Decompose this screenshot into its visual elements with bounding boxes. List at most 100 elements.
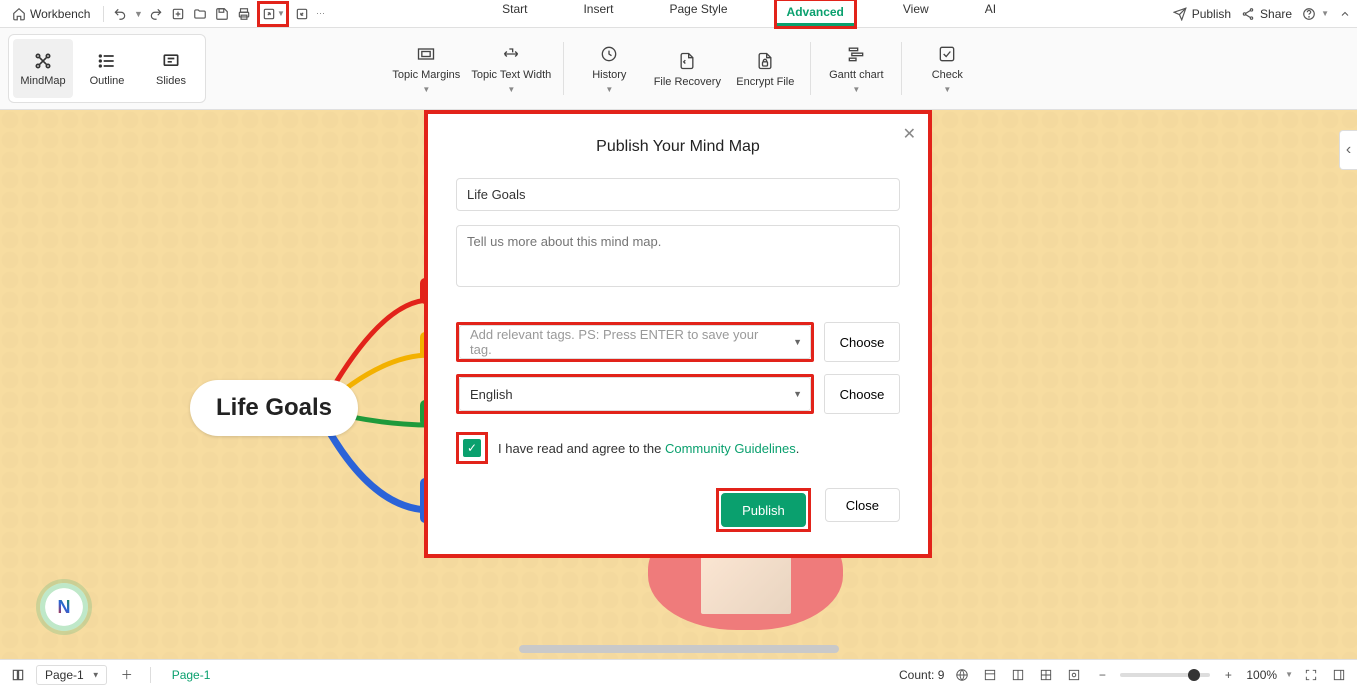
zoom-out-button[interactable]: − [1092, 665, 1112, 685]
new-icon[interactable] [169, 5, 187, 23]
share-label: Share [1260, 7, 1292, 21]
count-label: Count: 9 [899, 668, 944, 682]
tool-encrypt-file[interactable]: Encrypt File [726, 50, 804, 88]
menu-view[interactable]: View [893, 0, 939, 29]
margins-icon [415, 43, 437, 65]
tags-input[interactable]: Add relevant tags. PS: Press ENTER to sa… [459, 325, 811, 359]
tool-label: Check [932, 69, 963, 81]
more-dropdown-icon[interactable]: ⋯ [315, 5, 325, 23]
tool-check[interactable]: Check ▼ [908, 43, 986, 94]
tool-topic-margins[interactable]: Topic Margins ▼ [387, 43, 465, 94]
separator [901, 42, 902, 95]
separator [810, 42, 811, 95]
zoom-slider[interactable] [1120, 673, 1210, 677]
ribbon-toolbar: MindMap Outline Slides Topic Margins ▼ T… [0, 28, 1357, 110]
publish-label: Publish [1192, 7, 1231, 21]
publish-modal-highlight: ✕ Publish Your Mind Map Add relevant tag… [424, 110, 932, 558]
tool-file-recovery[interactable]: File Recovery [648, 50, 726, 88]
horizontal-scrollbar[interactable] [519, 645, 839, 653]
menu-advanced[interactable]: Advanced [777, 1, 854, 26]
agree-text: I have read and agree to the Community G… [498, 441, 799, 456]
redo-icon[interactable] [147, 5, 165, 23]
close-icon[interactable]: ✕ [903, 124, 916, 144]
agree-post: . [796, 441, 800, 456]
outline-icon [97, 51, 117, 71]
mindmap-root-node[interactable]: Life Goals [190, 380, 358, 436]
menu-ai[interactable]: AI [975, 0, 1006, 29]
zoom-in-button[interactable]: + [1218, 665, 1238, 685]
view-mode-group: MindMap Outline Slides [8, 34, 206, 103]
help-icon [1302, 7, 1316, 21]
undo-dropdown-icon[interactable]: ▼ [133, 5, 143, 23]
chevron-down-icon: ▼ [92, 670, 100, 679]
print-icon[interactable] [235, 5, 253, 23]
undo-icon[interactable] [111, 5, 129, 23]
publish-modal: ✕ Publish Your Mind Map Add relevant tag… [428, 114, 928, 554]
chevron-down-icon: ▼ [1321, 9, 1329, 18]
modal-close-button[interactable]: Close [825, 488, 900, 522]
chevron-down-icon: ▼ [943, 85, 951, 94]
agree-checkbox[interactable]: ✓ [463, 439, 481, 457]
view-mindmap[interactable]: MindMap [13, 39, 73, 98]
tags-field-highlight: Add relevant tags. PS: Press ENTER to sa… [456, 322, 814, 362]
choose-tags-button[interactable]: Choose [824, 322, 900, 362]
tool-label: Topic Text Width [471, 69, 551, 81]
tool-history[interactable]: History ▼ [570, 43, 648, 94]
home-icon [12, 7, 26, 21]
tool-label: File Recovery [654, 76, 721, 88]
tool-group-layout: Topic Margins ▼ Topic Text Width ▼ [387, 34, 557, 103]
save-icon[interactable] [213, 5, 231, 23]
export-icon[interactable]: ▼ [261, 5, 285, 23]
export-button-highlight: ▼ [257, 1, 289, 27]
chevron-down-icon[interactable]: ▼ [1285, 670, 1293, 679]
workbench-button[interactable]: Workbench [6, 5, 96, 23]
menu-page-style[interactable]: Page Style [659, 0, 737, 29]
tool-topic-text-width[interactable]: Topic Text Width ▼ [465, 43, 557, 94]
open-icon[interactable] [191, 5, 209, 23]
agree-row: ✓ I have read and agree to the Community… [456, 432, 900, 464]
publish-button[interactable]: Publish [1173, 7, 1231, 21]
view-mode-3-icon[interactable] [1036, 665, 1056, 685]
share-icon [1241, 7, 1255, 21]
tool-label: History [592, 69, 626, 81]
pages-panel-icon[interactable] [8, 665, 28, 685]
separator [150, 667, 151, 683]
modal-publish-button[interactable]: Publish [721, 493, 806, 527]
side-panel-toggle[interactable]: ‹ [1339, 130, 1357, 170]
add-page-button[interactable]: ＋ [115, 663, 139, 687]
view-outline[interactable]: Outline [77, 39, 137, 98]
globe-icon[interactable] [952, 665, 972, 685]
import-icon[interactable] [293, 5, 311, 23]
menu-insert[interactable]: Insert [573, 0, 623, 29]
community-guidelines-link[interactable]: Community Guidelines [665, 441, 796, 456]
choose-language-button[interactable]: Choose [824, 374, 900, 414]
encrypt-icon [754, 50, 776, 72]
mindmap-name-input[interactable] [456, 178, 900, 211]
tags-placeholder: Add relevant tags. PS: Press ENTER to sa… [470, 327, 782, 357]
zoom-knob[interactable] [1188, 669, 1200, 681]
page-tab[interactable]: Page-1 [162, 668, 221, 682]
share-button[interactable]: Share [1241, 7, 1292, 21]
tool-group-check: Check ▼ [908, 34, 986, 103]
menu-start[interactable]: Start [492, 0, 537, 29]
tool-gantt[interactable]: Gantt chart ▼ [817, 43, 895, 94]
mindmap-description-input[interactable] [456, 225, 900, 287]
zoom-value: 100% [1246, 668, 1277, 682]
page-selector[interactable]: Page-1 ▼ [36, 665, 107, 685]
collapse-ribbon-button[interactable] [1339, 8, 1351, 20]
tool-group-file: History ▼ File Recovery Encrypt File [570, 34, 804, 103]
app-logo-badge[interactable]: N [40, 583, 88, 631]
view-slides[interactable]: Slides [141, 39, 201, 98]
panel-toggle-icon[interactable] [1329, 665, 1349, 685]
mindmap-icon [33, 51, 53, 71]
main-menu: Start Insert Page Style Advanced View AI [325, 0, 1172, 29]
fit-icon[interactable] [1064, 665, 1084, 685]
view-mode-1-icon[interactable] [980, 665, 1000, 685]
agree-checkbox-highlight: ✓ [456, 432, 488, 464]
fullscreen-icon[interactable] [1301, 665, 1321, 685]
workbench-label: Workbench [30, 7, 90, 21]
help-button[interactable]: ▼ [1302, 7, 1329, 21]
view-mode-2-icon[interactable] [1008, 665, 1028, 685]
view-slides-label: Slides [156, 75, 186, 87]
language-select[interactable]: English ▼ [459, 377, 811, 411]
